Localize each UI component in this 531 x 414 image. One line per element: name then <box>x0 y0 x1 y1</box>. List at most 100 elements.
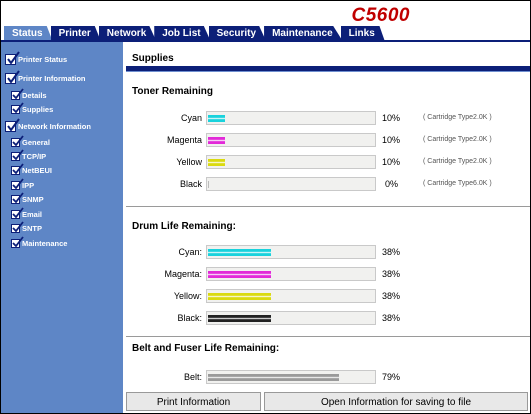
drum-label: Yellow: <box>173 291 202 301</box>
cartridge-type: ( Cartridge Type6.0K ) <box>423 180 492 187</box>
drum-bar <box>206 289 376 303</box>
tab-maintenance[interactable]: Maintenance <box>264 26 343 41</box>
check-icon <box>11 102 24 114</box>
toner-label: Yellow <box>176 157 202 167</box>
belt-heading: Belt and Fuser Life Remaining: <box>132 343 280 354</box>
cartridge-type: ( Cartridge Type2.0K ) <box>423 158 492 165</box>
toner-percent: 10% <box>382 135 401 145</box>
check-icon <box>11 192 24 204</box>
sidebar-item-network-information[interactable]: Network Information <box>5 118 91 132</box>
sidebar-item-label: Printer Status <box>18 55 68 64</box>
check-icon <box>11 149 24 161</box>
sidebar-item-printer-information[interactable]: Printer Information <box>5 70 86 84</box>
sidebar-item-label: Supplies <box>22 105 54 114</box>
drum-row-yellow: Yellow: 38% <box>126 289 530 303</box>
check-icon <box>11 207 24 219</box>
tab-security[interactable]: Security <box>208 26 267 41</box>
sidebar-item-netbeui[interactable]: NetBEUI <box>11 163 53 175</box>
sidebar-item-email[interactable]: Email <box>11 207 42 219</box>
print-information-button[interactable]: Print Information <box>126 392 261 411</box>
toner-level-fill <box>208 115 225 122</box>
toner-percent: 10% <box>382 157 401 167</box>
tab-links[interactable]: Links <box>340 26 385 41</box>
sidebar-item-supplies[interactable]: Supplies <box>11 102 54 114</box>
sidebar-item-details[interactable]: Details <box>11 88 47 100</box>
toner-row-magenta: Magenta 10% ( Cartridge Type2.0K ) <box>126 133 530 147</box>
sidebar-item-tcpip[interactable]: TCP/IP <box>11 149 47 161</box>
toner-bar <box>206 111 376 125</box>
toner-label: Cyan <box>180 113 202 123</box>
belt-bar <box>206 370 376 384</box>
cartridge-type: ( Cartridge Type2.0K ) <box>423 136 492 143</box>
check-icon <box>11 88 24 100</box>
drum-label: Black: <box>177 313 202 323</box>
sidebar-item-label: Details <box>22 91 47 100</box>
sidebar-item-general[interactable]: General <box>11 135 50 147</box>
top-header: C5600 Status Printer Network Job List Se… <box>1 1 530 41</box>
toner-percent: 10% <box>382 113 401 123</box>
section-divider <box>126 206 530 207</box>
check-icon <box>11 236 24 248</box>
supplies-panel: Supplies Toner Remaining Cyan 10% ( Cart… <box>126 49 530 413</box>
printer-web-page: C5600 Status Printer Network Job List Se… <box>0 0 531 414</box>
sidebar-item-label: Printer Information <box>18 74 86 83</box>
sidebar-item-label: TCP/IP <box>22 152 47 161</box>
drum-level-fill <box>208 271 272 278</box>
printer-model: C5600 <box>351 5 410 26</box>
toner-level-fill <box>208 137 225 144</box>
toner-percent: 0% <box>385 179 399 189</box>
check-icon <box>11 221 24 233</box>
toner-label: Magenta <box>166 135 202 145</box>
toner-label: Black <box>179 179 202 189</box>
tab-job-list[interactable]: Job List <box>154 26 211 41</box>
sidebar: Printer Status Printer Information Detai… <box>1 42 123 413</box>
sidebar-item-printer-status[interactable]: Printer Status <box>5 51 68 65</box>
open-information-button[interactable]: Open Information for saving to file <box>264 392 528 411</box>
sidebar-item-label: SNMP <box>22 195 44 204</box>
drum-percent: 38% <box>382 247 401 257</box>
page-title: Supplies <box>132 53 174 64</box>
belt-row: Belt: 79% <box>126 370 530 384</box>
check-icon <box>11 135 24 147</box>
check-icon <box>5 70 20 84</box>
check-icon <box>5 118 20 132</box>
cartridge-type: ( Cartridge Type2.0K ) <box>423 114 492 121</box>
belt-level-fill <box>208 374 340 381</box>
tab-network[interactable]: Network <box>98 26 157 41</box>
drum-percent: 38% <box>382 269 401 279</box>
main-tabs: Status Printer Network Job List Security… <box>4 26 385 41</box>
check-icon <box>5 51 20 65</box>
toner-heading: Toner Remaining <box>132 86 213 97</box>
sidebar-item-label: Network Information <box>18 122 91 131</box>
sidebar-item-label: SNTP <box>22 224 43 233</box>
toner-bar <box>206 177 376 191</box>
drum-label: Magenta: <box>164 269 202 279</box>
toner-bar <box>206 155 376 169</box>
tab-printer[interactable]: Printer <box>50 26 101 41</box>
sidebar-item-sntp[interactable]: SNTP <box>11 221 43 233</box>
drum-heading: Drum Life Remaining: <box>132 221 236 232</box>
drum-level-fill <box>208 249 272 256</box>
check-icon <box>11 163 24 175</box>
sidebar-item-snmp[interactable]: SNMP <box>11 192 44 204</box>
sidebar-item-ipp[interactable]: IPP <box>11 178 34 190</box>
tab-status[interactable]: Status <box>4 26 53 41</box>
section-divider <box>126 336 530 337</box>
toner-row-cyan: Cyan 10% ( Cartridge Type2.0K ) <box>126 111 530 125</box>
toner-level-fill <box>208 159 225 166</box>
toner-row-black: Black 0% ( Cartridge Type6.0K ) <box>126 177 530 191</box>
drum-row-magenta: Magenta: 38% <box>126 267 530 281</box>
drum-level-fill <box>208 293 272 300</box>
check-icon <box>11 178 24 190</box>
sidebar-item-label: NetBEUI <box>22 166 53 175</box>
sidebar-item-label: General <box>22 138 50 147</box>
belt-label: Belt: <box>183 372 202 382</box>
drum-row-cyan: Cyan: 38% <box>126 245 530 259</box>
sidebar-item-maintenance[interactable]: Maintenance <box>11 236 67 248</box>
drum-bar <box>206 311 376 325</box>
belt-percent: 79% <box>382 372 401 382</box>
drum-level-fill <box>208 315 272 322</box>
toner-bar <box>206 133 376 147</box>
title-divider-shadow <box>126 71 530 72</box>
drum-percent: 38% <box>382 291 401 301</box>
